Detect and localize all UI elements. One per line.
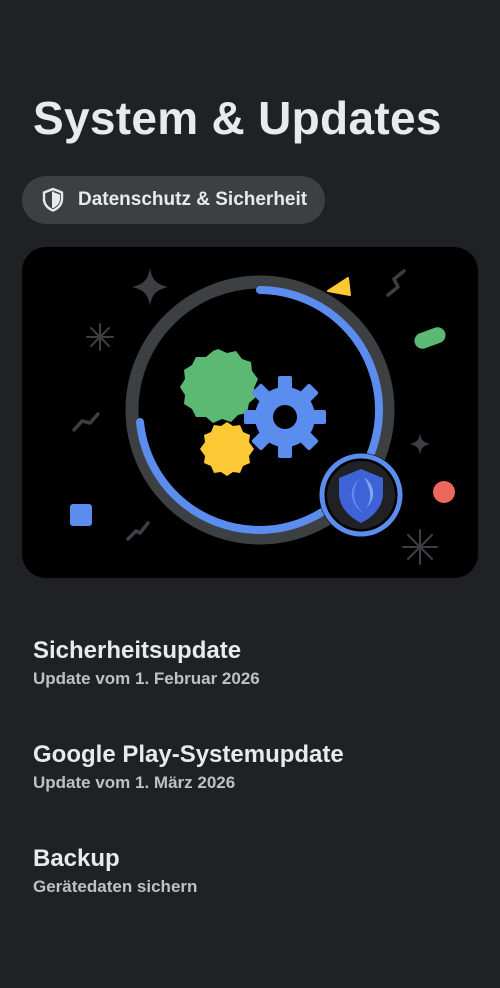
item-title: Sicherheitsupdate — [33, 637, 242, 664]
shield-badge-icon — [319, 453, 403, 537]
chip-label: Datenschutz & Sicherheit — [78, 189, 308, 210]
list-item-play-system-update[interactable]: Google Play-Systemupdate Update vom 1. M… — [33, 738, 473, 808]
list-item-backup[interactable]: Backup Gerätedaten sichern — [33, 842, 473, 912]
page-title: System & Updates — [33, 92, 442, 144]
starburst-icon — [402, 529, 438, 565]
triangle-icon — [327, 277, 351, 296]
item-title: Backup — [33, 845, 120, 872]
sparkle-icon — [132, 268, 168, 306]
privacy-security-chip[interactable]: Datenschutz & Sicherheit — [22, 176, 326, 224]
item-subtitle: Update vom 1. Februar 2026 — [33, 669, 260, 688]
list-item-security-update[interactable]: Sicherheitsupdate Update vom 1. Februar … — [33, 634, 473, 704]
squiggle-icon — [72, 412, 100, 432]
sparkle-icon — [410, 433, 430, 455]
yellow-gear-icon — [200, 422, 254, 476]
item-title: Google Play-Systemupdate — [33, 741, 344, 768]
gear-icon — [244, 376, 326, 458]
shield-icon — [40, 187, 66, 213]
item-subtitle: Update vom 1. März 2026 — [33, 773, 236, 792]
starburst-icon — [86, 323, 114, 351]
squiggle-icon — [386, 269, 406, 297]
squiggle-icon — [126, 521, 150, 541]
green-pill-icon — [414, 327, 446, 349]
item-subtitle: Gerätedaten sichern — [33, 877, 198, 896]
red-dot-icon — [433, 481, 455, 503]
update-illustration — [22, 247, 478, 578]
square-icon — [70, 504, 92, 526]
